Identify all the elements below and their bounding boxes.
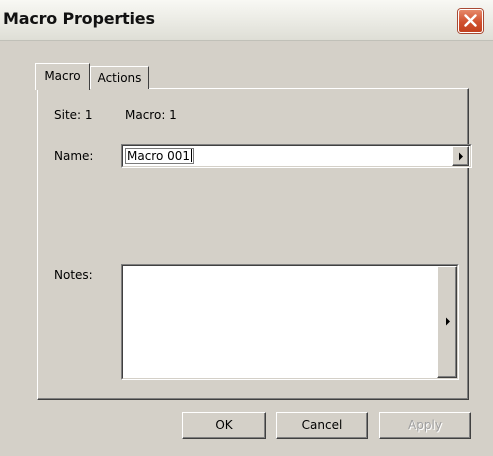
apply-button[interactable]: Apply [379,412,471,439]
arrow-right-icon [459,152,463,161]
text-caret [191,149,193,162]
name-field[interactable]: Macro 001 [121,144,472,168]
macro-number-label: Macro: 1 [125,108,177,122]
notes-label: Notes: [54,268,93,282]
tab-macro[interactable]: Macro [35,63,90,90]
tab-actions[interactable]: Actions [90,66,149,89]
site-label: Site: 1 [54,108,93,122]
name-value: Macro 001 [127,149,191,163]
macro-properties-dialog: Macro Properties Macro Actions Site: 1 M… [0,0,493,456]
close-icon [464,14,477,27]
ok-button[interactable]: OK [182,412,266,439]
close-button[interactable] [458,9,483,33]
arrow-right-icon [446,317,450,326]
notes-expand-button[interactable] [437,266,457,378]
name-expand-button[interactable] [452,146,469,166]
notes-field[interactable] [121,264,459,380]
name-input-text[interactable]: Macro 001 [124,148,195,164]
name-label: Name: [54,149,94,163]
cancel-button[interactable]: Cancel [276,412,368,439]
dialog-title: Macro Properties [3,9,155,28]
title-bar[interactable]: Macro Properties [0,0,493,41]
